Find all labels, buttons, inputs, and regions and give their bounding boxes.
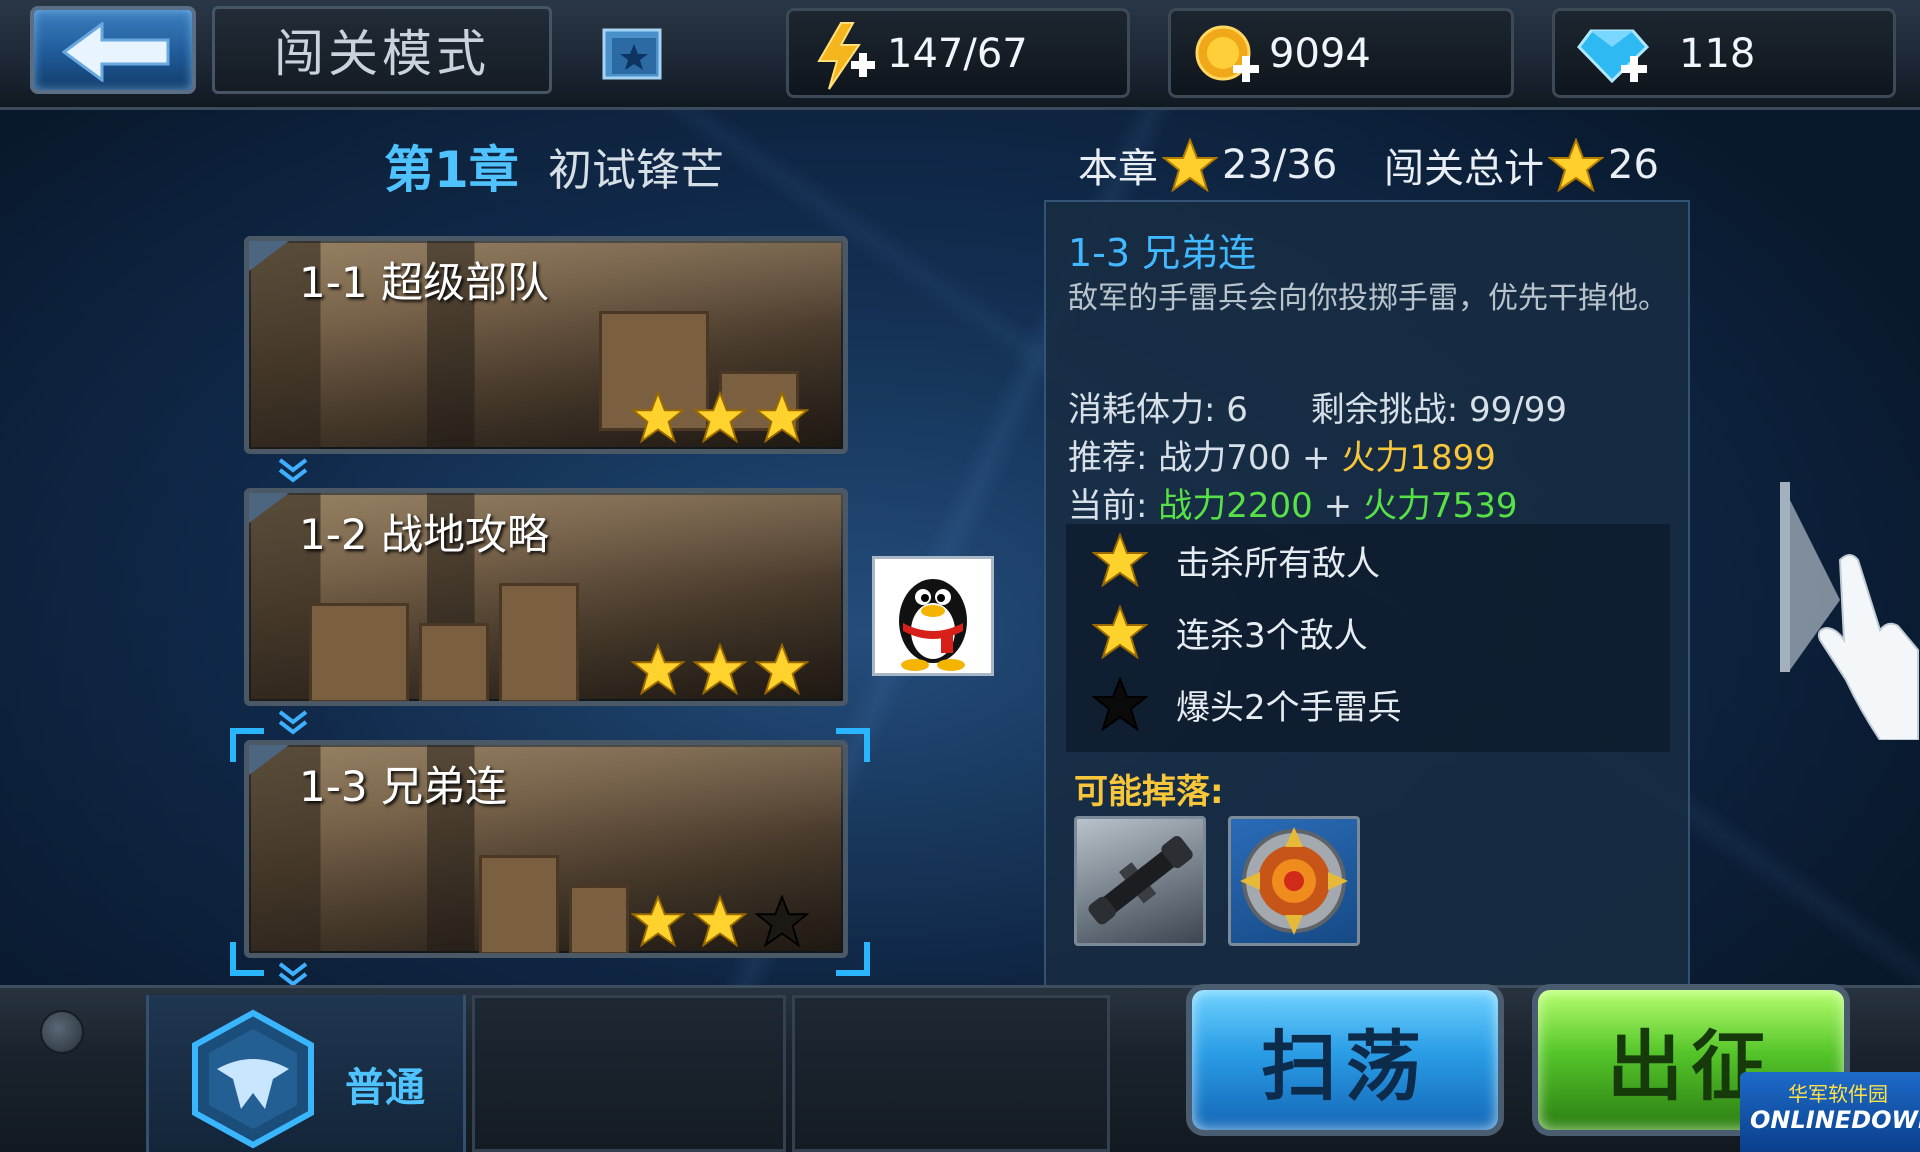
hand-pointer-icon (1780, 482, 1919, 741)
detail-title: 1-3 兄弟连 (1068, 231, 1257, 275)
energy-box[interactable]: 147/67 (786, 8, 1130, 98)
star-filled-icon (755, 643, 809, 695)
star-filled-icon (1092, 533, 1148, 587)
gold-coin-plus-icon (1195, 25, 1259, 82)
scene-crate (419, 623, 489, 701)
drop-item-scope[interactable] (1074, 816, 1206, 946)
level-label: 1-1 超级部队 (299, 258, 549, 307)
level-stars (631, 643, 809, 695)
stamina-label: 消耗体力: (1068, 390, 1216, 430)
star-filled-icon (1092, 605, 1148, 659)
star-conditions: 击杀所有敌人 连杀3个敌人 爆头2个手雷兵 (1066, 524, 1670, 752)
gold-value: 9094 (1269, 31, 1371, 77)
chapter-name: 初试锋芒 (548, 145, 724, 196)
back-arrow-icon (62, 22, 170, 82)
star-filled-icon (755, 391, 809, 443)
chapter-stars-value: 23/36 (1222, 142, 1338, 188)
level-card-1-2[interactable]: 1-2 战地攻略 (244, 488, 848, 706)
chapter-number: 第1章 (384, 141, 519, 199)
stamina-row: 消耗体力: 6 剩余挑战: 99/99 (1068, 382, 1567, 431)
star-icon (1548, 138, 1604, 192)
drops-label: 可能掉落: (1074, 772, 1224, 812)
gold-box[interactable]: 9094 (1168, 8, 1514, 98)
level-card-1-3[interactable]: 1-3 兄弟连 (244, 740, 848, 958)
remaining-value: 99/99 (1469, 390, 1567, 430)
chapter-stars: 本章 23/36 (1078, 136, 1337, 194)
condition-text: 连杀3个敌人 (1176, 615, 1368, 656)
back-button[interactable] (30, 6, 196, 94)
condition-item: 击杀所有敌人 (1092, 530, 1380, 590)
qq-penguin-icon (899, 579, 967, 671)
recommend-row: 推荐: 战力700 + 火力1899 (1068, 430, 1496, 479)
total-stars: 闯关总计 26 (1384, 136, 1659, 194)
star-icon (1162, 138, 1218, 192)
level-detail-panel: 1-3 兄弟连 敌军的手雷兵会向你投掷手雷，优先干掉他。 消耗体力: 6 剩余挑… (1044, 200, 1690, 990)
current-fire: 火力7539 (1362, 486, 1518, 526)
level-stars (631, 895, 809, 947)
diamond-value: 118 (1679, 31, 1756, 77)
diamond-plus-icon (1577, 29, 1650, 84)
sweep-button[interactable]: 扫荡 (1186, 984, 1504, 1136)
detail-description: 敌军的手雷兵会向你投掷手雷，优先干掉他。 (1068, 281, 1668, 316)
scope-icon (1088, 836, 1193, 925)
chevron-down-icon (278, 710, 308, 735)
current-power: 战力2200 (1158, 486, 1313, 526)
badge-icon (1240, 827, 1348, 935)
level-label: 1-2 战地攻略 (299, 510, 549, 559)
level-card-1-1[interactable]: 1-1 超级部队 (244, 236, 848, 454)
chapter-stars-label: 本章 (1078, 146, 1158, 192)
scene-crate (499, 583, 579, 701)
current-label: 当前: (1068, 486, 1148, 526)
drop-item-badge[interactable] (1228, 816, 1360, 946)
empty-slot (472, 995, 786, 1152)
level-label: 1-3 兄弟连 (299, 762, 507, 811)
current-row: 当前: 战力2200 + 火力7539 (1068, 478, 1517, 527)
remaining-label: 剩余挑战: (1310, 390, 1459, 430)
recommend-fire: 火力1899 (1341, 438, 1496, 478)
difficulty-label: 普通 (345, 1065, 425, 1111)
star-filled-icon (631, 643, 685, 695)
chevron-down-icon (278, 458, 308, 483)
scene-crate (479, 855, 559, 953)
bolt-decoration (40, 1010, 84, 1054)
condition-item: 连杀3个敌人 (1092, 602, 1368, 662)
swipe-hint (1780, 480, 1920, 741)
star-filled-icon (631, 391, 685, 443)
diamond-box[interactable]: 118 (1552, 8, 1896, 98)
recommend-plus: + (1302, 438, 1331, 478)
difficulty-emblem-icon (192, 1009, 314, 1149)
difficulty-selector[interactable]: 普通 (146, 995, 466, 1152)
site-watermark: 华军软件园 ONLINEDOWN (1740, 1072, 1920, 1152)
favorite-button[interactable] (600, 24, 670, 86)
mode-title: 闯关模式 (212, 6, 552, 94)
total-stars-label: 闯关总计 (1384, 146, 1544, 192)
recommend-label: 推荐: (1068, 438, 1148, 478)
empty-slot (792, 995, 1110, 1152)
star-filled-icon (693, 643, 747, 695)
qq-share-button[interactable] (872, 556, 994, 676)
level-stars (631, 391, 809, 443)
energy-value: 147/67 (887, 31, 1028, 77)
current-plus: + (1323, 486, 1353, 526)
stamina-value: 6 (1226, 390, 1248, 430)
watermark-cn: 华军软件园 (1788, 1082, 1888, 1106)
star-filled-icon (693, 391, 747, 443)
star-empty-icon (1092, 677, 1148, 731)
condition-text: 爆头2个手雷兵 (1176, 687, 1402, 728)
star-empty-icon (755, 895, 809, 947)
scene-crate (309, 603, 409, 701)
total-stars-value: 26 (1608, 142, 1659, 188)
scene-crate (569, 885, 629, 953)
star-folder-icon (602, 28, 662, 80)
condition-item: 爆头2个手雷兵 (1092, 674, 1402, 734)
condition-text: 击杀所有敌人 (1176, 543, 1380, 584)
watermark-en: ONLINEDOWN (1750, 1106, 1920, 1134)
lightning-plus-icon (817, 22, 875, 90)
star-filled-icon (693, 895, 747, 947)
star-filled-icon (631, 895, 685, 947)
recommend-power: 战力700 (1158, 438, 1292, 478)
